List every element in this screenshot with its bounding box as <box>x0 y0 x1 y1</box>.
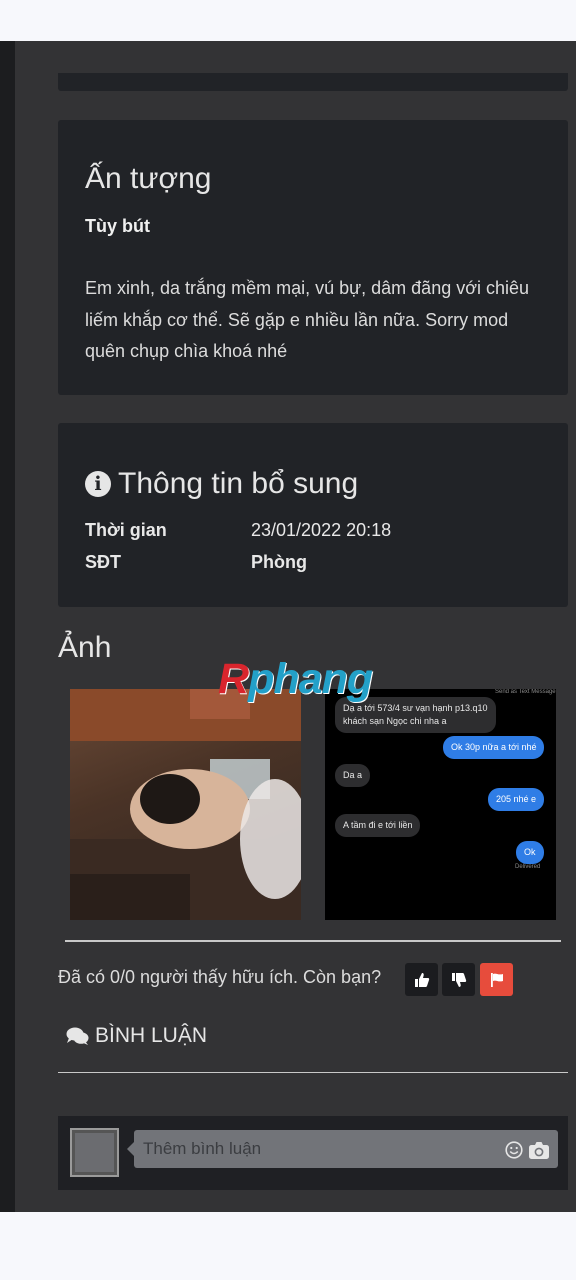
report-button[interactable] <box>480 963 513 996</box>
photo-room[interactable] <box>70 689 301 920</box>
comment-composer <box>58 1116 568 1190</box>
info-value: Phòng <box>251 552 307 572</box>
comments-icon <box>66 1027 89 1045</box>
navigation-bar <box>0 1212 576 1280</box>
photo-room-image <box>70 689 301 920</box>
camera-icon[interactable] <box>528 1140 550 1160</box>
chat-header-note: Send as Text Message <box>495 689 556 695</box>
like-button[interactable] <box>405 963 438 996</box>
review-text: Em xinh, da trắng mềm mại, vú bự, dâm đã… <box>85 278 530 361</box>
backdrop-side <box>0 41 15 1212</box>
info-label: SĐT <box>85 552 121 572</box>
input-pointer <box>127 1142 134 1156</box>
info-card: i Thông tin bổ sung Thời gian 23/01/2022… <box>58 423 568 607</box>
divider <box>65 940 561 942</box>
emoji-icon[interactable] <box>505 1141 523 1159</box>
chat-message: Ok 30p nữa a tới nhé <box>443 736 545 759</box>
review-panel: Ấn tượng Tùy bút Em xinh, da trắng mềm m… <box>15 41 576 1212</box>
comment-input[interactable] <box>134 1130 558 1168</box>
avatar <box>70 1128 119 1177</box>
comments-heading: BÌNH LUẬN <box>66 1024 207 1048</box>
info-value: 23/01/2022 20:18 <box>251 520 392 540</box>
info-circle-icon: i <box>85 471 111 497</box>
helpful-text: Đã có 0/0 người thấy hữu ích. Còn bạn? <box>58 967 382 987</box>
status-bar <box>0 0 576 41</box>
chat-delivered: Delivered <box>515 864 541 870</box>
comments-title: BÌNH LUẬN <box>95 1024 208 1047</box>
dislike-button[interactable] <box>442 963 475 996</box>
impression-title: Ấn tượng <box>85 162 212 195</box>
photo-chat-screenshot[interactable]: Send as Text Message Dạ a tới 573/4 sư v… <box>325 689 556 920</box>
info-title-text: Thông tin bổ sung <box>118 467 359 500</box>
info-title: i Thông tin bổ sung <box>85 467 358 501</box>
avatar-image <box>75 1133 114 1172</box>
previous-card <box>58 73 568 91</box>
thumbs-up-icon <box>414 972 429 987</box>
thumbs-down-icon <box>451 972 466 987</box>
watermark-logo: Rphang <box>218 655 373 704</box>
photos-title: Ảnh <box>58 631 112 664</box>
chat-message: 205 nhé e <box>488 788 545 811</box>
impression-card: Ấn tượng Tùy bút Em xinh, da trắng mềm m… <box>58 120 568 395</box>
watermark-first: R <box>218 655 249 703</box>
chat-message: Da a <box>335 764 371 787</box>
watermark-rest: phang <box>248 655 373 703</box>
divider <box>58 1072 568 1073</box>
impression-subtitle: Tùy bút <box>85 216 150 236</box>
info-label: Thời gian <box>85 520 167 540</box>
chat-message: Ok <box>516 841 544 864</box>
chat-message: A tầm đi e tới liền <box>335 814 421 837</box>
flag-icon <box>490 972 503 987</box>
